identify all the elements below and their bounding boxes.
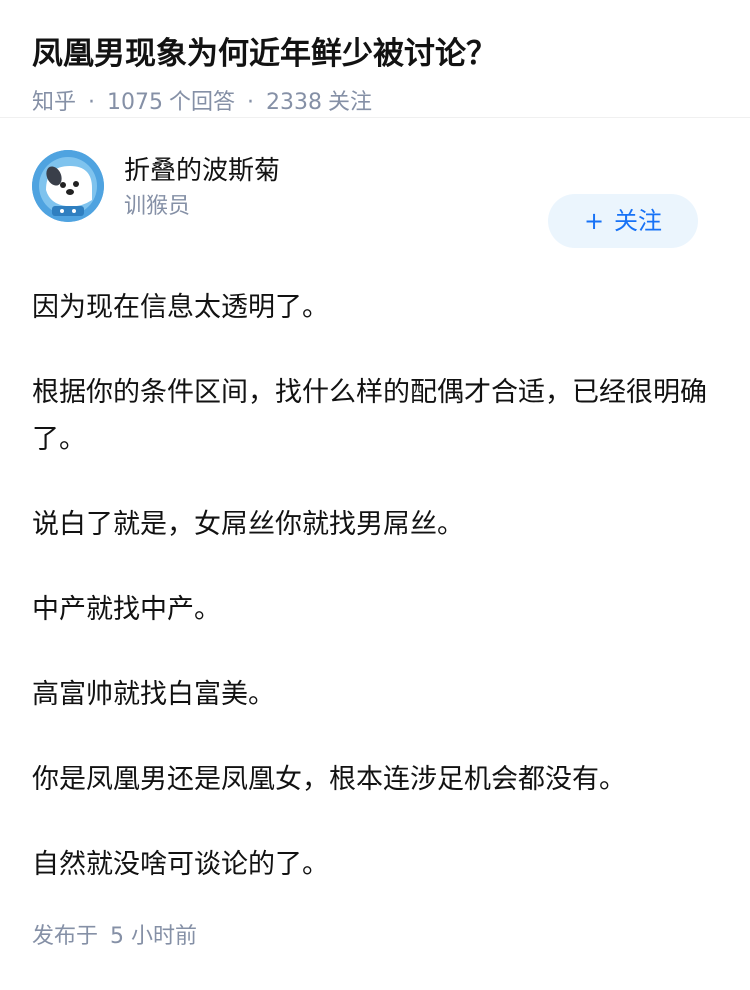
- follow-count: 2338: [266, 90, 323, 115]
- answer-paragraph: 说白了就是，女屌丝你就找男屌丝。: [32, 509, 464, 540]
- plus-icon: +: [583, 207, 605, 235]
- author-headline: 训猴员: [124, 194, 191, 219]
- answer-paragraph: 中产就找中产。: [32, 594, 221, 625]
- answer-count: 1075: [107, 90, 164, 115]
- publish-info: 发布于 5 小时前: [32, 922, 197, 952]
- published-label: 发布于: [32, 924, 99, 949]
- question-header: 凤凰男现象为何近年鲜少被讨论？ 知乎 · 1075 个回答 · 2338 关注: [0, 0, 750, 118]
- separator-dot: ·: [247, 90, 255, 115]
- astronaut-dog-avatar-icon: [32, 150, 104, 222]
- answer-paragraph: 高富帅就找白富美。: [32, 679, 275, 710]
- follow-button[interactable]: + 关注: [548, 194, 698, 248]
- question-title[interactable]: 凤凰男现象为何近年鲜少被讨论？: [32, 32, 718, 76]
- separator-dot: ·: [88, 90, 96, 115]
- answer-paragraph: 因为现在信息太透明了。: [32, 292, 329, 323]
- answer-paragraph: 你是凤凰男还是凤凰女，根本连涉足机会都没有。: [32, 764, 626, 795]
- source-label[interactable]: 知乎: [32, 90, 76, 115]
- answer-content: 因为现在信息太透明了。 根据你的条件区间，找什么样的配偶才合适，已经很明确了。 …: [0, 284, 750, 888]
- avatar[interactable]: [32, 150, 104, 222]
- follow-button-label: 关注: [614, 207, 663, 235]
- answer-count-label[interactable]: 个回答: [169, 90, 235, 115]
- answer-paragraph: 自然就没啥可谈论的了。: [32, 849, 329, 880]
- publish-time: 5 小时前: [110, 924, 198, 949]
- follow-count-label[interactable]: 关注: [328, 90, 372, 115]
- question-meta: 知乎 · 1075 个回答 · 2338 关注: [32, 88, 718, 118]
- author-name[interactable]: 折叠的波斯菊: [124, 154, 280, 188]
- answer-paragraph: 根据你的条件区间，找什么样的配偶才合适，已经很明确了。: [32, 377, 707, 455]
